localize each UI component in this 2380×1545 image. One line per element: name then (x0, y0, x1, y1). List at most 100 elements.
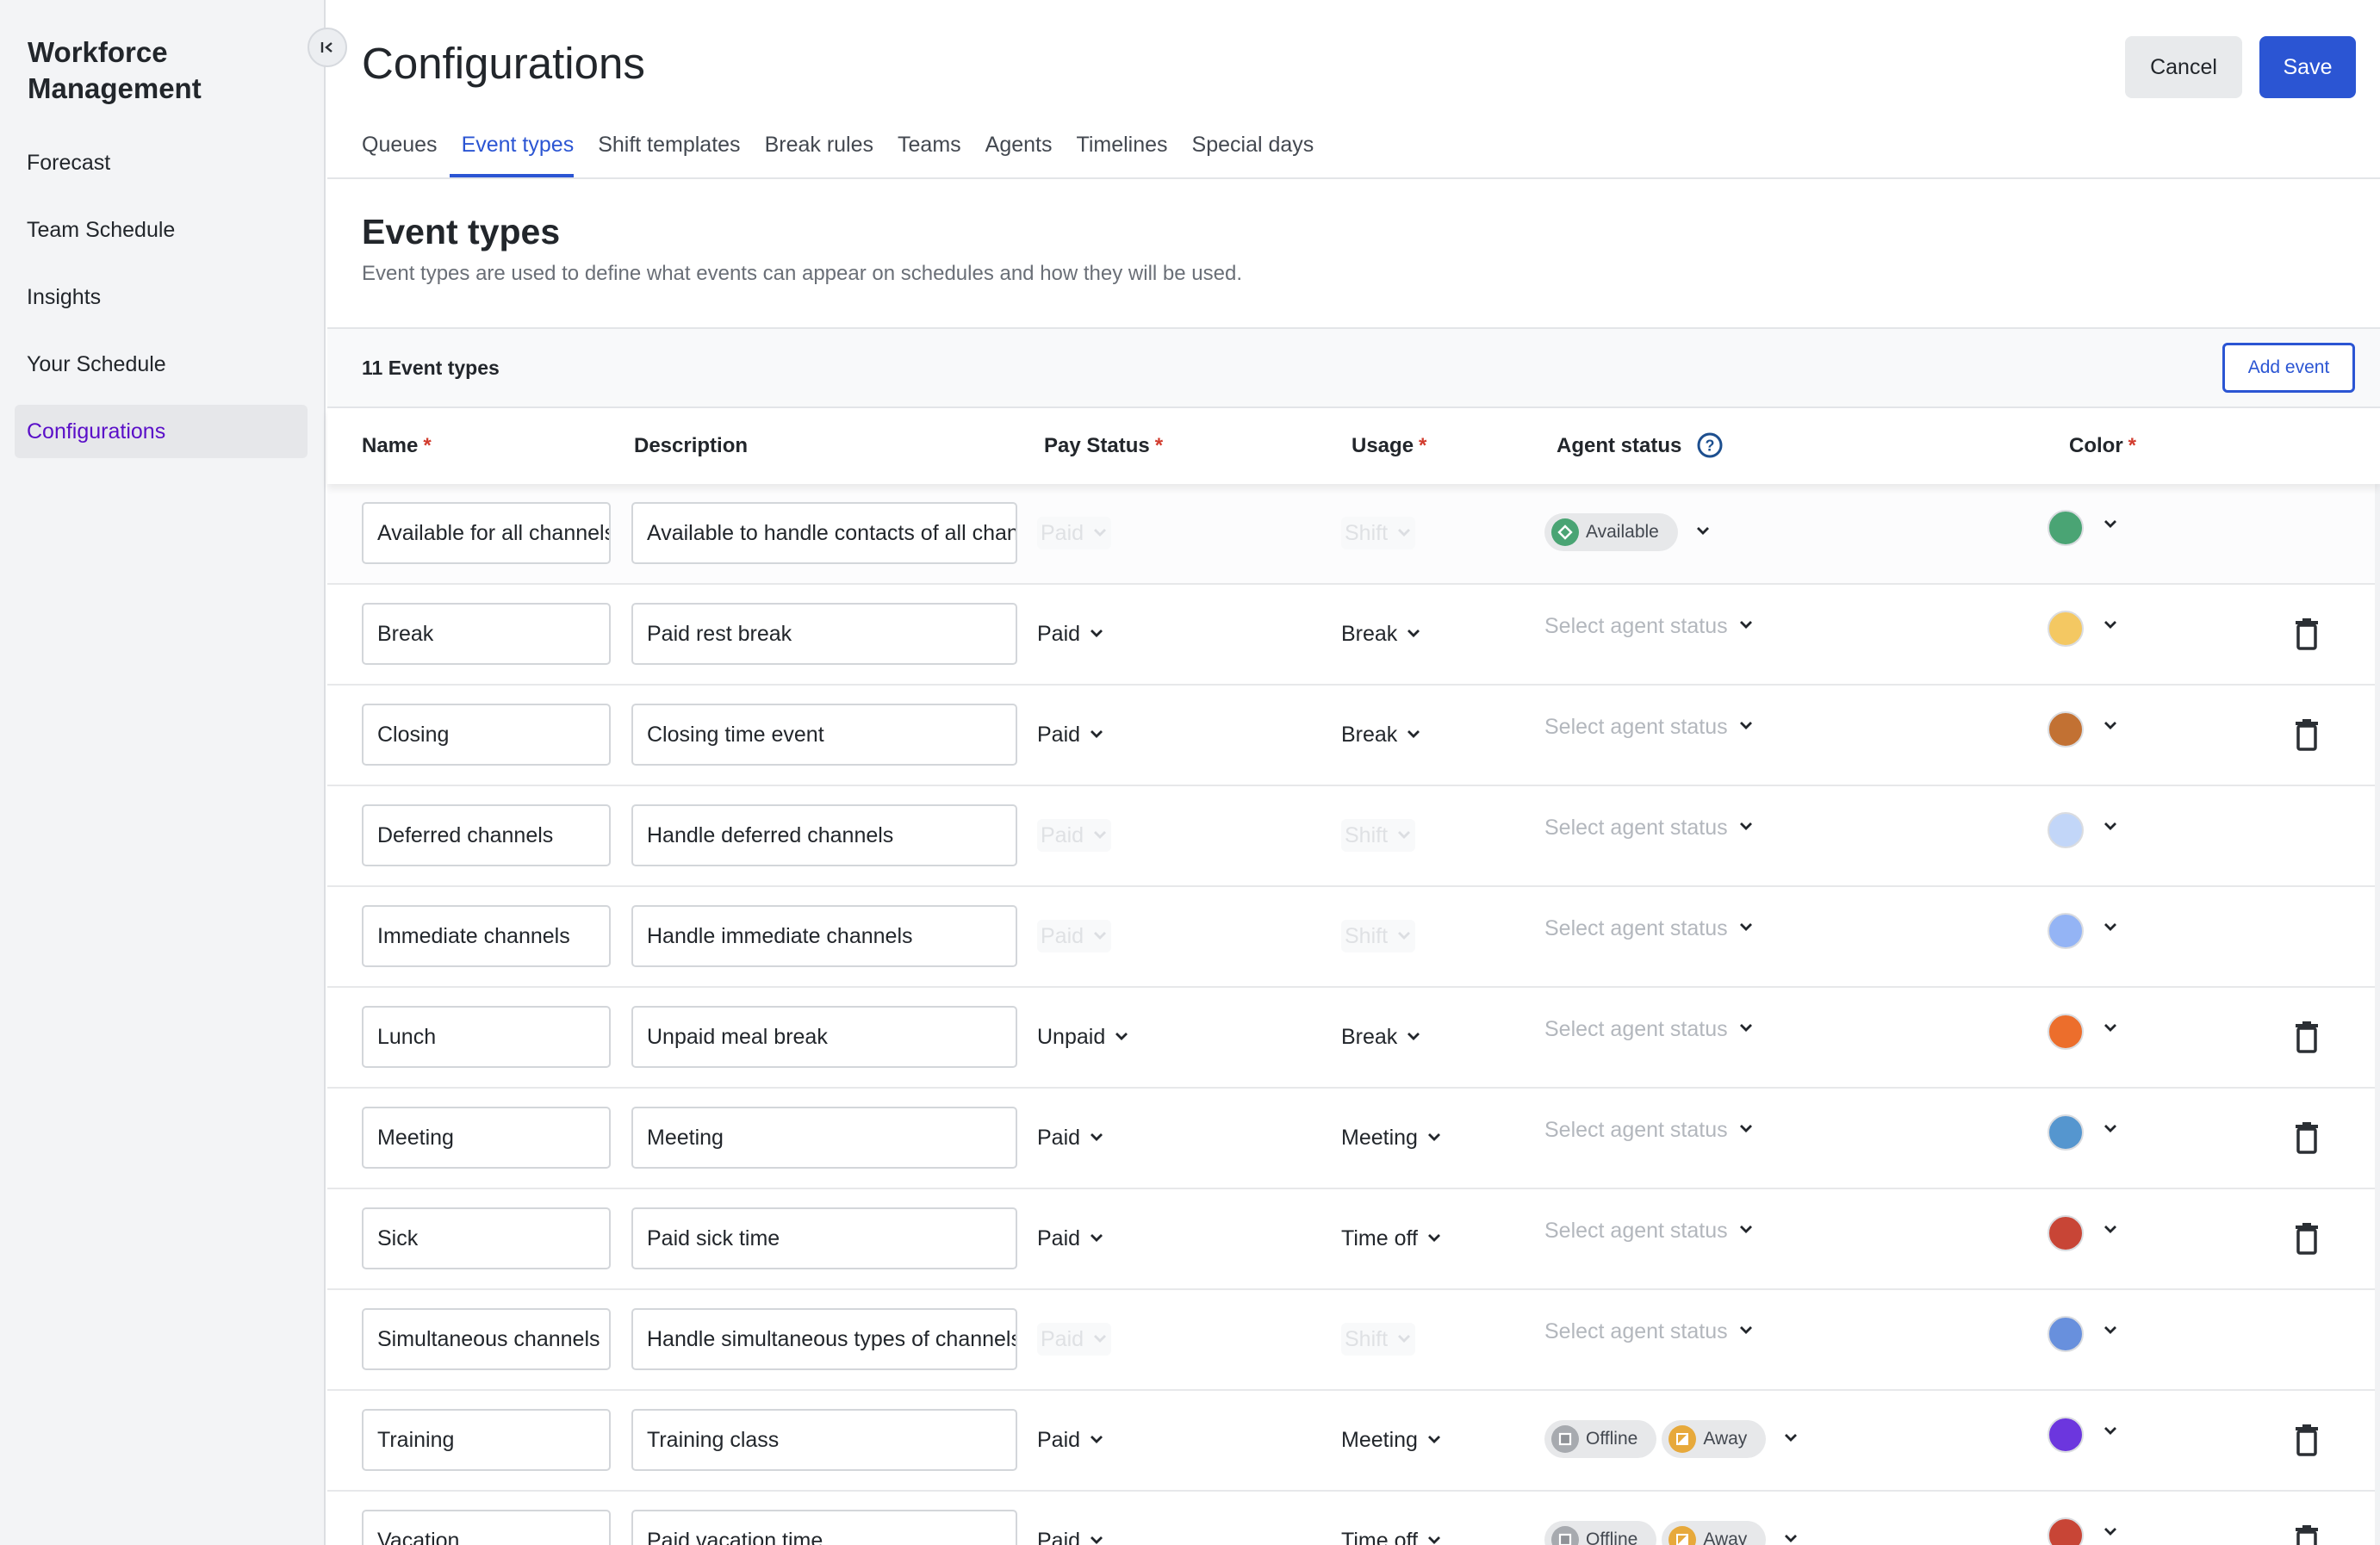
event-description-input[interactable]: Unpaid meal break (631, 1006, 1017, 1068)
color-picker[interactable] (2048, 1316, 2118, 1352)
event-name-input[interactable]: Meeting (362, 1107, 611, 1169)
tab-event-types[interactable]: Event types (449, 129, 587, 177)
tab-break-rules[interactable]: Break rules (753, 129, 886, 177)
agent-status-select[interactable]: Select agent status (1544, 715, 1754, 740)
agent-status-select[interactable]: Select agent status (1544, 1319, 1754, 1344)
event-description-input[interactable]: Handle immediate channels (631, 905, 1017, 967)
event-name-input[interactable]: Break (362, 603, 611, 665)
agent-status-chip[interactable]: Available (1544, 513, 1678, 551)
event-name-input[interactable]: Immediate channels (362, 905, 611, 967)
chevron-down-icon (1738, 1120, 1754, 1140)
pay-status-dropdown[interactable]: Paid (1037, 1424, 1104, 1456)
agent-status-chip[interactable]: Offline (1544, 1521, 1657, 1545)
color-picker[interactable] (2048, 1517, 2118, 1545)
sidebar-item-your-schedule[interactable]: Your Schedule (15, 338, 308, 391)
chevron-down-icon (1406, 1025, 1421, 1050)
agent-status-select[interactable]: Select agent status (1544, 1219, 1754, 1244)
usage-dropdown[interactable]: Meeting (1341, 1121, 1442, 1154)
sidebar-item-team-schedule[interactable]: Team Schedule (15, 203, 308, 257)
event-name-input[interactable]: Vacation (362, 1510, 611, 1545)
event-description-input[interactable]: Paid sick time (631, 1207, 1017, 1269)
sidebar-item-forecast[interactable]: Forecast (15, 136, 308, 189)
agent-status-select[interactable]: Select agent status (1544, 1118, 1754, 1143)
collapse-sidebar-button[interactable] (308, 28, 347, 67)
pay-status-dropdown[interactable]: Paid (1037, 718, 1104, 751)
agent-status-chip[interactable]: Away (1662, 1420, 1767, 1458)
event-count: 11 Event types (362, 357, 500, 379)
agent-status-select[interactable]: Available (1544, 513, 1711, 551)
tab-timelines[interactable]: Timelines (1065, 129, 1180, 177)
event-name-input[interactable]: Training (362, 1409, 611, 1471)
event-name-input[interactable]: Simultaneous channels (362, 1308, 611, 1370)
agent-status-chip[interactable]: Away (1662, 1521, 1767, 1545)
agent-status-select[interactable]: Select agent status (1544, 916, 1754, 941)
add-event-button[interactable]: Add event (2222, 343, 2355, 393)
scrollbar-track[interactable] (2375, 484, 2380, 1545)
agent-status-select[interactable]: Offline Away (1544, 1521, 1799, 1545)
usage-dropdown[interactable]: Break (1341, 1021, 1421, 1053)
save-button[interactable]: Save (2259, 36, 2356, 98)
pay-status-dropdown[interactable]: Paid (1037, 1222, 1104, 1255)
delete-event-button[interactable] (2294, 617, 2320, 655)
usage-dropdown[interactable]: Break (1341, 718, 1421, 751)
delete-event-button[interactable] (2294, 1424, 2320, 1461)
usage-dropdown[interactable]: Time off (1341, 1524, 1442, 1545)
tab-queues[interactable]: Queues (362, 129, 450, 177)
agent-status-chip[interactable]: Offline (1544, 1420, 1657, 1458)
event-description-input[interactable]: Handle deferred channels (631, 804, 1017, 866)
event-description-input[interactable]: Paid vacation time (631, 1510, 1017, 1545)
event-description-input[interactable]: Paid rest break (631, 603, 1017, 665)
color-picker[interactable] (2048, 812, 2118, 848)
agent-status-chip-label: Away (1703, 1429, 1748, 1449)
event-name-input[interactable]: Lunch (362, 1006, 611, 1068)
usage-dropdown[interactable]: Time off (1341, 1222, 1442, 1255)
usage-dropdown[interactable]: Break (1341, 617, 1421, 650)
agent-status-select[interactable]: Offline Away (1544, 1420, 1799, 1458)
event-name-input[interactable]: Available for all channels (362, 502, 611, 564)
color-picker[interactable] (2048, 1014, 2118, 1050)
event-name-input[interactable]: Closing (362, 704, 611, 766)
sidebar-item-configurations[interactable]: Configurations (15, 405, 308, 458)
pay-status-dropdown[interactable]: Unpaid (1037, 1021, 1129, 1053)
delete-event-button[interactable] (2294, 1021, 2320, 1058)
color-picker[interactable] (2048, 510, 2118, 546)
delete-event-button[interactable] (2294, 718, 2320, 755)
usage-value: Time off (1341, 1225, 1418, 1250)
event-description-input[interactable]: Meeting (631, 1107, 1017, 1169)
pay-status-dropdown[interactable]: Paid (1037, 1121, 1104, 1154)
color-picker[interactable] (2048, 1114, 2118, 1151)
help-icon[interactable]: ? (1696, 431, 1724, 459)
usage-dropdown[interactable]: Meeting (1341, 1424, 1442, 1456)
event-description-input[interactable]: Closing time event (631, 704, 1017, 766)
delete-event-button[interactable] (2294, 1121, 2320, 1158)
delete-event-button[interactable] (2294, 1222, 2320, 1259)
agent-status-select[interactable]: Select agent status (1544, 614, 1754, 639)
delete-event-button[interactable] (2294, 1524, 2320, 1545)
event-description-input[interactable]: Available to handle contacts of all chan… (631, 502, 1017, 564)
usage-value: Meeting (1341, 1125, 1418, 1150)
offline-square-icon (1551, 1425, 1579, 1453)
cancel-button[interactable]: Cancel (2125, 36, 2242, 98)
tab-shift-templates[interactable]: Shift templates (586, 129, 752, 177)
tab-teams[interactable]: Teams (886, 129, 973, 177)
event-description-input[interactable]: Handle simultaneous types of channels (631, 1308, 1017, 1370)
tab-agents[interactable]: Agents (973, 129, 1065, 177)
color-picker[interactable] (2048, 1215, 2118, 1251)
color-picker[interactable] (2048, 1417, 2118, 1453)
pay-status-value: Paid (1041, 822, 1084, 847)
sidebar-item-insights[interactable]: Insights (15, 270, 308, 324)
color-swatch (2048, 913, 2084, 949)
tab-special-days[interactable]: Special days (1180, 129, 1327, 177)
event-description-input[interactable]: Training class (631, 1409, 1017, 1471)
color-picker[interactable] (2048, 711, 2118, 748)
color-picker[interactable] (2048, 913, 2118, 949)
pay-status-dropdown[interactable]: Paid (1037, 1524, 1104, 1545)
event-name-input[interactable]: Deferred channels (362, 804, 611, 866)
usage-dropdown: Shift (1341, 517, 1416, 549)
color-picker[interactable] (2048, 611, 2118, 647)
event-name-input[interactable]: Sick (362, 1207, 611, 1269)
column-header-pay-status: Pay Status * (1044, 434, 1164, 457)
agent-status-select[interactable]: Select agent status (1544, 816, 1754, 841)
pay-status-dropdown[interactable]: Paid (1037, 617, 1104, 650)
agent-status-select[interactable]: Select agent status (1544, 1017, 1754, 1042)
